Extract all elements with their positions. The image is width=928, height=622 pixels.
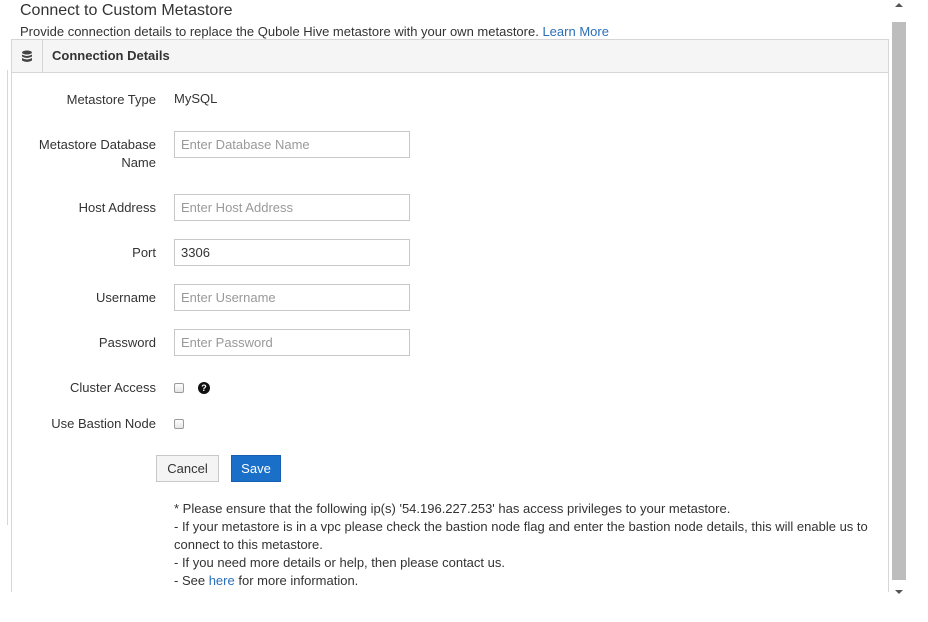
note-contact: - If you need more details or help, then…: [174, 555, 505, 570]
scroll-up-arrow-icon[interactable]: [895, 3, 903, 7]
vertical-scrollbar[interactable]: [892, 0, 906, 596]
use-bastion-node-label: Use Bastion Node: [51, 416, 156, 431]
save-button[interactable]: Save: [231, 455, 281, 482]
password-input[interactable]: [174, 329, 410, 356]
page-subtitle: Provide connection details to replace th…: [20, 24, 609, 39]
use-bastion-node-checkbox[interactable]: [174, 419, 184, 429]
scroll-thumb[interactable]: [892, 22, 906, 580]
password-label: Password: [98, 335, 156, 350]
panel-title: Connection Details: [52, 48, 170, 63]
note-vpc-bastion: - If your metastore is in a vpc please c…: [174, 519, 868, 552]
database-name-label-line1: Metastore Database: [38, 137, 156, 152]
host-address-input[interactable]: [174, 194, 410, 221]
cluster-access-checkbox[interactable]: [174, 383, 184, 393]
scroll-down-arrow-icon[interactable]: [895, 590, 903, 594]
panel-header: Connection Details: [12, 40, 888, 73]
cluster-access-label: Cluster Access: [70, 380, 156, 395]
subtitle-text: Provide connection details to replace th…: [20, 24, 539, 39]
database-name-label-line2: Name: [121, 155, 156, 170]
panel-icon-cell: [12, 40, 43, 72]
port-input[interactable]: [174, 239, 410, 266]
page-title: Connect to Custom Metastore: [20, 2, 233, 19]
port-label: Port: [132, 245, 156, 260]
note-ip-access: * Please ensure that the following ip(s)…: [174, 501, 731, 516]
metastore-type-label: Metastore Type: [66, 92, 156, 107]
note-see-prefix: - See: [174, 573, 206, 588]
database-icon: [22, 50, 32, 62]
question-circle-icon[interactable]: ?: [198, 382, 210, 394]
database-name-label: Metastore Database Name: [39, 136, 156, 172]
cancel-button[interactable]: Cancel: [156, 455, 219, 482]
note-see-suffix: for more information.: [238, 573, 359, 588]
host-address-label: Host Address: [78, 200, 156, 215]
username-label: Username: [96, 290, 156, 305]
username-input[interactable]: [174, 284, 410, 311]
learn-more-link[interactable]: Learn More: [542, 24, 608, 39]
here-link[interactable]: here: [209, 573, 235, 588]
database-name-input[interactable]: [174, 131, 410, 158]
note-see-here: - See here for more information.: [174, 572, 874, 590]
metastore-type-value: MySQL: [174, 91, 218, 106]
panel-left-border: [7, 70, 8, 525]
notes: * Please ensure that the following ip(s)…: [174, 500, 874, 590]
